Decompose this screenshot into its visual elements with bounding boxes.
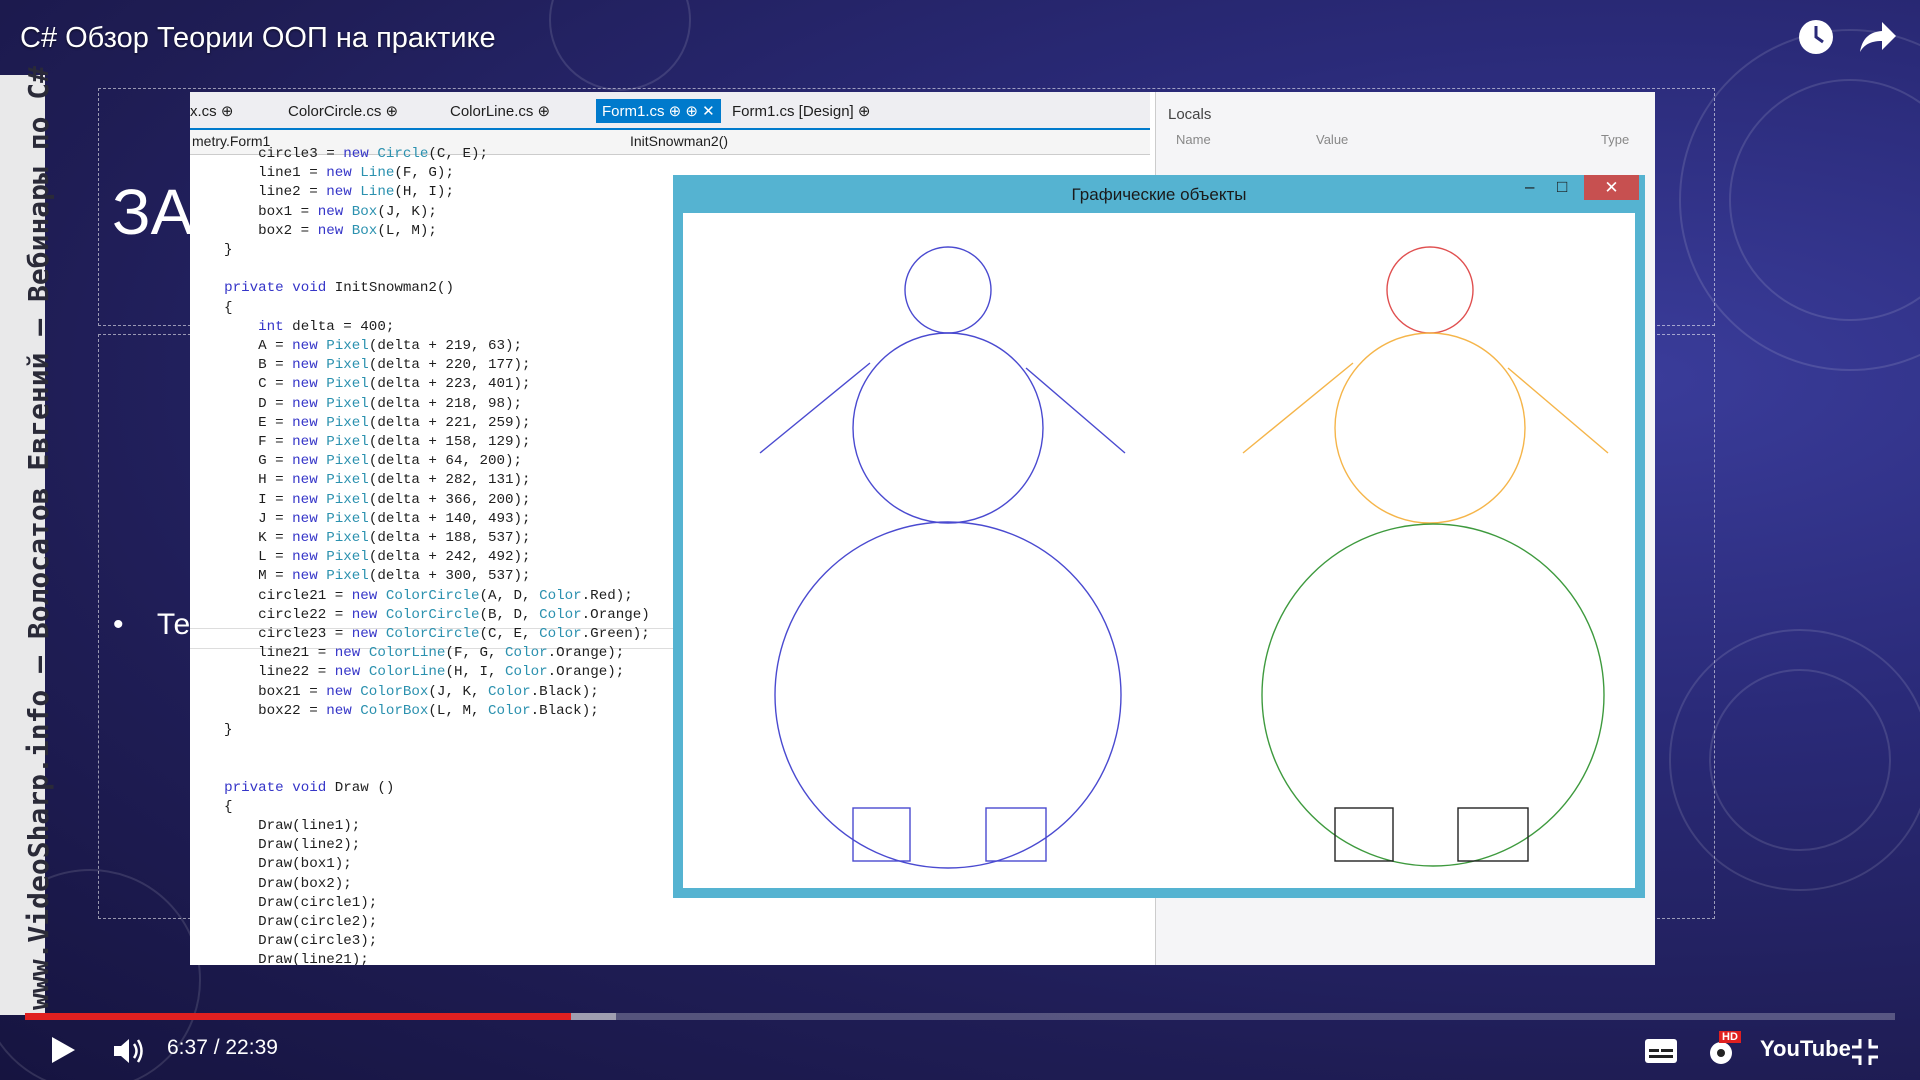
code-line: C = new Pixel(delta + 223, 401); bbox=[190, 376, 531, 393]
code-line: H = new Pixel(delta + 282, 131); bbox=[190, 472, 531, 489]
code-line: circle21 = new ColorCircle(A, D, Color.R… bbox=[190, 587, 633, 604]
fullscreen-exit-icon[interactable] bbox=[1850, 1037, 1880, 1072]
snowman2-body bbox=[1334, 332, 1526, 524]
code-line: line21 = new ColorLine(F, G, Color.Orang… bbox=[190, 645, 625, 662]
subtitles-icon[interactable] bbox=[1644, 1038, 1678, 1069]
watermark-text: www.VideoSharp.info — Волосатов Евгений … bbox=[22, 65, 55, 1010]
progress-played[interactable] bbox=[25, 1013, 572, 1020]
slide-heading: ЗА bbox=[112, 176, 194, 248]
snowman1-right-box bbox=[985, 807, 1047, 862]
time-display: 6:37 / 22:39 bbox=[167, 1036, 278, 1059]
snowmen-drawing bbox=[759, 246, 1609, 869]
snowman2-base bbox=[1261, 523, 1605, 867]
locals-col-type: Type bbox=[1601, 132, 1630, 147]
code-line: } bbox=[190, 722, 233, 738]
code-line: circle3 = new Circle(C, E); bbox=[190, 146, 489, 162]
close-button[interactable]: ✕ bbox=[1584, 175, 1639, 200]
code-line: int delta = 400; bbox=[258, 318, 395, 335]
code-line: box1 = new Box(J, K); bbox=[190, 203, 437, 220]
code-line: Draw(circle3); bbox=[190, 933, 378, 950]
code-line: Draw(box2); bbox=[190, 875, 352, 892]
code-line: Draw(circle1); bbox=[190, 894, 378, 911]
tab-colorcircle[interactable]: ColorCircle.cs ⊕ bbox=[288, 102, 398, 120]
code-line: E = new Pixel(delta + 221, 259); bbox=[190, 414, 531, 431]
code-line: circle23 = new ColorCircle(C, E, Color.G… bbox=[190, 626, 650, 642]
tab-colorline[interactable]: ColorLine.cs ⊕ bbox=[450, 102, 550, 120]
code-line: private void Draw () bbox=[224, 779, 395, 796]
code-line: M = new Pixel(delta + 300, 537); bbox=[190, 568, 531, 585]
video-title[interactable]: C# Обзор Теории ООП на практике bbox=[20, 22, 496, 55]
tab-form1-cs[interactable]: Form1.cs ⊕ ⊕ ✕ bbox=[596, 99, 721, 123]
nav-member-dropdown[interactable]: InitSnowman2() bbox=[630, 133, 728, 149]
snowman1-body bbox=[852, 332, 1044, 524]
code-line: B = new Pixel(delta + 220, 177); bbox=[190, 357, 531, 374]
snowman2-right-box bbox=[1457, 807, 1529, 862]
code-line: line2 = new Line(H, I); bbox=[190, 184, 454, 201]
snowman1-left-box bbox=[852, 807, 911, 862]
code-line: circle22 = new ColorCircle(B, D, Color.O… bbox=[190, 606, 650, 623]
code-line: Draw(line21); bbox=[190, 952, 369, 965]
snowman2-head bbox=[1386, 246, 1474, 334]
graphics-window: Графические объекты – □ ✕ bbox=[673, 175, 1645, 898]
code-line: { bbox=[190, 798, 233, 815]
code-line: } bbox=[190, 242, 233, 258]
code-line: K = new Pixel(delta + 188, 537); bbox=[190, 530, 531, 546]
code-line: box2 = new Box(L, M); bbox=[190, 222, 437, 239]
code-line: J = new Pixel(delta + 140, 493); bbox=[190, 510, 531, 527]
code-line: D = new Pixel(delta + 218, 98); bbox=[190, 395, 523, 412]
code-line: Draw(box1); bbox=[190, 856, 352, 873]
snowman2-left-box bbox=[1334, 807, 1394, 862]
tab-form1-design[interactable]: Form1.cs [Design] ⊕ bbox=[732, 102, 870, 120]
code-line: Draw(line1); bbox=[190, 818, 361, 834]
clock-icon[interactable] bbox=[1797, 18, 1835, 65]
youtube-logo[interactable]: YouTube bbox=[1760, 1036, 1851, 1062]
code-line: G = new Pixel(delta + 64, 200); bbox=[190, 453, 523, 470]
window-title: Графические объекты bbox=[1071, 185, 1247, 204]
minimize-button[interactable]: – bbox=[1525, 177, 1534, 197]
hd-badge: HD bbox=[1719, 1031, 1741, 1043]
tab-x-cs[interactable]: x.cs ⊕ bbox=[190, 102, 233, 120]
editor-tabs: x.cs ⊕ ColorCircle.cs ⊕ ColorLine.cs ⊕ F… bbox=[190, 92, 1150, 131]
locals-col-value: Value bbox=[1316, 132, 1349, 147]
maximize-button[interactable]: □ bbox=[1557, 177, 1567, 197]
code-line: box21 = new ColorBox(J, K, Color.Black); bbox=[190, 683, 599, 700]
code-line: { bbox=[190, 299, 233, 316]
slide-bullet-text: Те bbox=[156, 608, 191, 641]
code-line: box22 = new ColorBox(L, M, Color.Black); bbox=[190, 702, 599, 719]
code-line: private void InitSnowman2() bbox=[224, 280, 454, 297]
code-line: line22 = new ColorLine(H, I, Color.Orang… bbox=[190, 664, 625, 681]
locals-title: Locals bbox=[1168, 106, 1212, 123]
snowman1-base bbox=[774, 521, 1122, 869]
code-line: L = new Pixel(delta + 242, 492); bbox=[190, 549, 531, 566]
snowman1-head bbox=[904, 246, 992, 334]
share-icon[interactable] bbox=[1858, 20, 1898, 63]
code-line: line1 = new Line(F, G); bbox=[190, 165, 454, 182]
drawing-canvas bbox=[683, 213, 1635, 888]
bullet-dot: • bbox=[113, 608, 157, 641]
play-icon[interactable] bbox=[50, 1036, 76, 1069]
volume-icon[interactable] bbox=[112, 1036, 146, 1071]
locals-col-name: Name bbox=[1176, 132, 1211, 147]
code-line: Draw(line2); bbox=[190, 837, 361, 854]
code-line: A = new Pixel(delta + 219, 63); bbox=[190, 338, 523, 354]
settings-icon[interactable]: HD bbox=[1705, 1031, 1741, 1073]
code-line: F = new Pixel(delta + 158, 129); bbox=[190, 434, 531, 450]
code-line: I = new Pixel(delta + 366, 200); bbox=[190, 491, 531, 508]
slide-bullet: • Те bbox=[113, 608, 190, 642]
code-line: Draw(circle2); bbox=[190, 914, 378, 930]
